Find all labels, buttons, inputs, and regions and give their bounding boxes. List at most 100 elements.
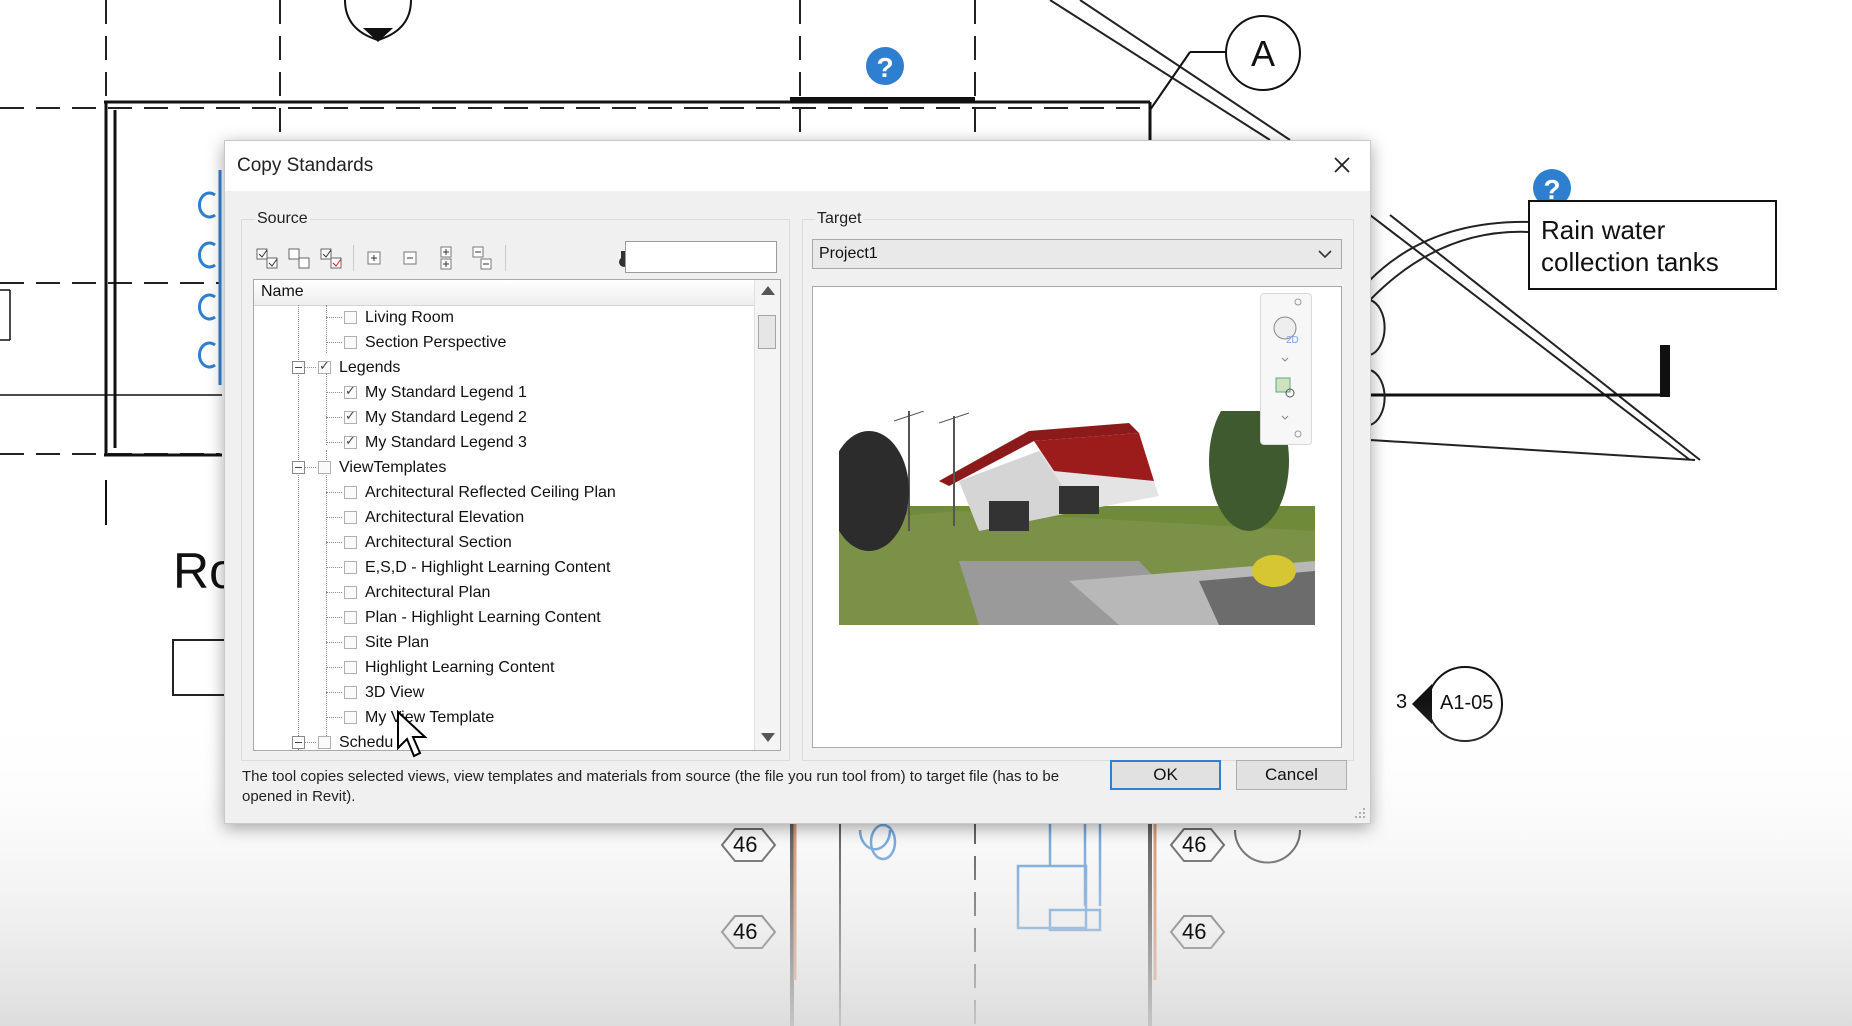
- source-tree[interactable]: Name Living Room Section Perspective Legen…: [253, 279, 781, 751]
- tree-item-label: 3D View: [365, 683, 425, 701]
- scroll-up-icon[interactable]: [761, 286, 775, 295]
- dialog-titlebar[interactable]: Copy Standards: [225, 141, 1370, 191]
- tree-item-checkbox[interactable]: [344, 636, 357, 649]
- tree-item-label: Plan - Highlight Learning Content: [365, 608, 601, 626]
- tree-item-checkbox[interactable]: [318, 736, 331, 749]
- tree-item-label: Schedu: [339, 733, 394, 751]
- tree-item[interactable]: ViewTemplates: [318, 455, 446, 480]
- collapse-all-icon[interactable]: [469, 245, 495, 271]
- tree-item[interactable]: Architectural Reflected Ceiling Plan: [344, 480, 616, 505]
- target-label: Target: [815, 210, 864, 228]
- uncheck-all-icon[interactable]: [287, 245, 313, 271]
- ok-button[interactable]: OK: [1110, 760, 1221, 790]
- tree-scrollbar[interactable]: [754, 280, 780, 750]
- tree-item-checkbox[interactable]: [344, 586, 357, 599]
- check-all-icon[interactable]: [255, 245, 281, 271]
- callout-line-1: Rain water: [1541, 215, 1666, 245]
- tree-item-label: E,S,D - Highlight Learning Content: [365, 558, 611, 576]
- close-icon: [1334, 157, 1350, 173]
- collapse-node-icon[interactable]: [292, 461, 305, 474]
- tree-item[interactable]: Plan - Highlight Learning Content: [344, 605, 601, 630]
- tree-item-label: My Standard Legend 3: [365, 433, 527, 451]
- section-number: 3: [1396, 691, 1408, 713]
- tree-item[interactable]: E,S,D - Highlight Learning Content: [344, 555, 610, 580]
- tree-item-label: My Standard Legend 1: [365, 383, 527, 401]
- tag-label: 46: [1182, 919, 1207, 944]
- tree-item-label: Highlight Learning Content: [365, 658, 555, 676]
- collapse-node-icon[interactable]: [292, 361, 305, 374]
- tag-label: 46: [733, 919, 758, 944]
- chevron-down-icon: [1318, 250, 1332, 259]
- target-preview[interactable]: 2D: [812, 286, 1342, 748]
- tree-item-checkbox[interactable]: [318, 358, 331, 374]
- footer-description: The tool copies selected views, view tem…: [242, 768, 1060, 805]
- resize-grip-icon[interactable]: [1354, 807, 1366, 819]
- tree-item-label: Architectural Reflected Ceiling Plan: [365, 483, 616, 501]
- dialog-title: Copy Standards: [237, 155, 374, 176]
- tree-item-label: Architectural Section: [365, 533, 512, 551]
- tree-item[interactable]: 3D View: [344, 680, 424, 705]
- section-sheet-label: A1-05: [1440, 692, 1494, 714]
- cancel-button[interactable]: Cancel: [1236, 760, 1347, 790]
- tag-label: 46: [733, 832, 758, 857]
- tree-item-label: ViewTemplates: [339, 458, 447, 476]
- tree-item[interactable]: Architectural Elevation: [344, 505, 524, 530]
- tree-item-label: Legends: [339, 358, 401, 376]
- expand-icon[interactable]: [361, 245, 387, 271]
- tree-header-name[interactable]: Name: [254, 280, 754, 306]
- tree-item-checkbox[interactable]: [344, 336, 357, 349]
- tree-item[interactable]: My Standard Legend 2: [344, 405, 527, 430]
- tree-item-checkbox[interactable]: [318, 461, 331, 474]
- tree-body: Living Room Section Perspective Legends My …: [254, 305, 754, 750]
- close-button[interactable]: [1322, 147, 1362, 183]
- tree-item-checkbox[interactable]: [344, 486, 357, 499]
- target-project-select[interactable]: Project1: [812, 239, 1342, 269]
- tree-item-label: Section Perspective: [365, 333, 507, 351]
- grid-bubble-label: A: [1251, 33, 1275, 74]
- tree-item-checkbox[interactable]: [344, 408, 357, 424]
- tree-item[interactable]: Site Plan: [344, 630, 429, 655]
- tree-item-checkbox[interactable]: [344, 611, 357, 624]
- tree-item[interactable]: My Standard Legend 3: [344, 430, 527, 455]
- source-label: Source: [255, 210, 310, 228]
- tree-item[interactable]: Legends: [318, 355, 400, 380]
- question-icon[interactable]: ?: [866, 47, 904, 85]
- tree-item-checkbox[interactable]: [344, 433, 357, 449]
- tree-item-label: Architectural Plan: [365, 583, 491, 601]
- tree-item-checkbox[interactable]: [344, 536, 357, 549]
- source-search-input[interactable]: [625, 241, 777, 273]
- tree-item[interactable]: Living Room: [344, 305, 454, 330]
- tree-item-checkbox[interactable]: [344, 686, 357, 699]
- tree-item-label: Site Plan: [365, 633, 430, 651]
- view-navigation-bar[interactable]: 2D: [1260, 293, 1312, 445]
- tree-item-checkbox[interactable]: [344, 511, 357, 524]
- tree-item-label: My Standard Legend 2: [365, 408, 527, 426]
- tree-item[interactable]: Architectural Section: [344, 530, 512, 555]
- house-render-image: [839, 411, 1315, 625]
- tree-item-label: Living Room: [365, 308, 454, 326]
- tree-item-checkbox[interactable]: [344, 561, 357, 574]
- view-cube-2d-label: 2D: [1286, 335, 1299, 346]
- tree-item[interactable]: My Standard Legend 1: [344, 380, 527, 405]
- tree-item-checkbox[interactable]: [344, 711, 357, 724]
- check-selected-icon[interactable]: [319, 245, 345, 271]
- tree-item-label: Architectural Elevation: [365, 508, 525, 526]
- tree-item[interactable]: Highlight Learning Content: [344, 655, 554, 680]
- callout-line-2: collection tanks: [1541, 247, 1719, 277]
- scroll-down-icon[interactable]: [761, 733, 775, 742]
- collapse-icon[interactable]: [397, 245, 423, 271]
- tree-item[interactable]: Section Perspective: [344, 330, 506, 355]
- tree-item-checkbox[interactable]: [344, 383, 357, 399]
- scroll-thumb[interactable]: [758, 315, 776, 349]
- target-project-value: Project1: [819, 245, 878, 262]
- mouse-cursor-icon: [397, 710, 428, 758]
- expand-all-icon[interactable]: [433, 245, 459, 271]
- tree-item[interactable]: Schedu: [318, 730, 393, 750]
- tree-header-label: Name: [261, 283, 304, 300]
- tree-item[interactable]: Architectural Plan: [344, 580, 490, 605]
- collapse-node-icon[interactable]: [292, 736, 305, 749]
- callout-text: Rain water collection tanks: [1541, 214, 1719, 278]
- tag-label: 46: [1182, 832, 1207, 857]
- tree-item-checkbox[interactable]: [344, 661, 357, 674]
- tree-item-checkbox[interactable]: [344, 311, 357, 324]
